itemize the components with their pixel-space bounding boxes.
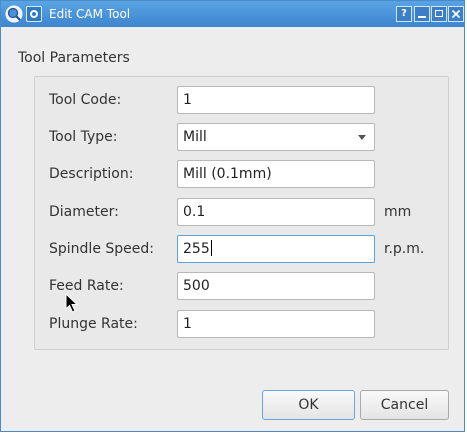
text-caret xyxy=(210,240,212,256)
spindle-speed-field[interactable]: 255 xyxy=(177,235,375,263)
edit-cam-tool-dialog: Edit CAM Tool ? Tool Parameters Tool Cod… xyxy=(0,0,465,432)
help-button[interactable]: ? xyxy=(396,6,412,22)
tool-code-label: Tool Code: xyxy=(49,92,122,108)
feed-rate-label: Feed Rate: xyxy=(49,278,124,294)
maximize-button[interactable] xyxy=(431,6,447,22)
spindle-speed-unit: r.p.m. xyxy=(384,241,425,257)
group-title: Tool Parameters xyxy=(18,50,130,66)
plunge-rate-field[interactable]: 1 xyxy=(177,310,375,338)
ok-button[interactable]: OK xyxy=(262,390,355,420)
window-title: Edit CAM Tool xyxy=(49,7,131,21)
cancel-button[interactable]: Cancel xyxy=(360,390,449,420)
plunge-rate-label: Plunge Rate: xyxy=(49,316,138,332)
title-bar[interactable]: Edit CAM Tool ? xyxy=(1,1,464,27)
minimize-button[interactable] xyxy=(414,6,430,22)
diameter-field[interactable]: 0.1 xyxy=(177,198,375,226)
diameter-unit: mm xyxy=(384,204,412,220)
spindle-speed-value: 255 xyxy=(183,241,210,257)
diameter-label: Diameter: xyxy=(49,204,119,220)
window-menu-icon[interactable] xyxy=(26,6,42,22)
spindle-speed-label: Spindle Speed: xyxy=(49,241,154,257)
close-button[interactable] xyxy=(448,6,464,22)
description-label: Description: xyxy=(49,166,134,182)
chevron-down-icon xyxy=(358,135,366,140)
tool-type-value: Mill xyxy=(183,129,207,145)
mouse-pointer-icon xyxy=(65,293,79,313)
tool-code-field[interactable]: 1 xyxy=(177,86,375,114)
app-logo-icon[interactable] xyxy=(5,5,23,23)
tool-type-label: Tool Type: xyxy=(49,129,118,145)
tool-type-select[interactable]: Mill xyxy=(177,123,375,151)
description-field[interactable]: Mill (0.1mm) xyxy=(177,160,375,188)
feed-rate-field[interactable]: 500 xyxy=(177,272,375,300)
close-icon xyxy=(451,9,461,19)
